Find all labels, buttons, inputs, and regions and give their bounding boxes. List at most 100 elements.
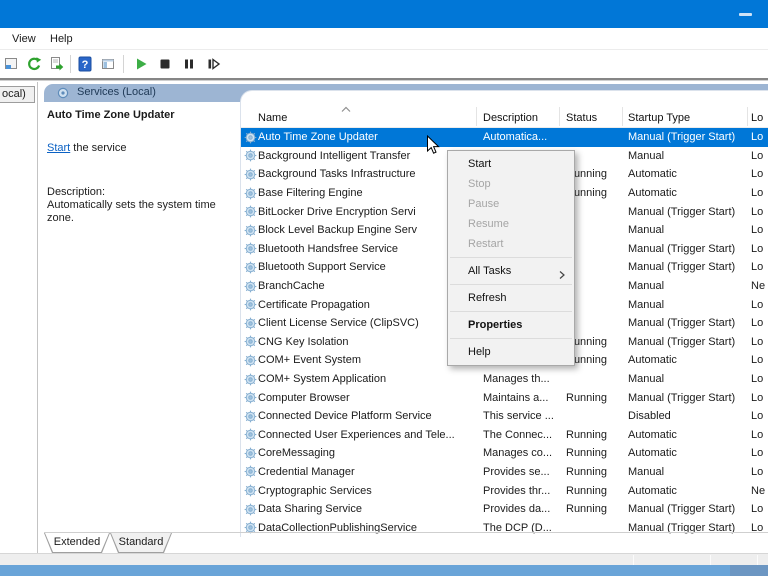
service-startup-type: Manual [622,150,747,162]
service-startup-type: Automatic [622,447,747,459]
help-icon[interactable]: ? [77,56,93,72]
service-gear-icon [241,373,258,386]
service-name: COM+ System Application [258,373,476,385]
table-row[interactable]: Cryptographic Services Provides thr... R… [241,481,768,500]
service-startup-type: Automatic [622,187,747,199]
taskbar-strip-left [0,565,730,576]
service-log-on-as: Lo [747,317,768,329]
service-startup-type: Manual [622,299,747,311]
service-name: Data Sharing Service [258,503,476,515]
service-name: Bluetooth Handsfree Service [258,243,476,255]
column-divider[interactable] [559,107,560,126]
service-gear-icon [241,149,258,162]
service-startup-type: Manual [622,280,747,292]
table-row[interactable]: Connected Device Platform Service This s… [241,407,768,426]
refresh-icon[interactable] [26,56,42,72]
start-service-link[interactable]: Start [47,142,70,154]
taskbar-strip-right [730,565,768,576]
context-menu-item-start[interactable]: Start [448,154,574,174]
tree-item-services-local[interactable]: ocal) [0,86,35,103]
menu-help[interactable]: Help [46,32,77,47]
service-startup-type: Manual (Trigger Start) [622,131,747,143]
tab-extended[interactable]: Extended [44,533,110,553]
column-header-log-on-as[interactable]: Lo [751,112,763,124]
service-description: The Connec... [476,429,559,441]
minimize-icon[interactable] [739,13,752,16]
console-tree-pane: ocal) [0,82,38,553]
start-service-icon[interactable] [133,56,149,72]
service-log-on-as: Lo [747,429,768,441]
service-name: Connected Device Platform Service [258,410,476,422]
pause-service-icon[interactable] [181,56,197,72]
tab-standard-label: Standard [110,536,172,548]
service-startup-type: Manual (Trigger Start) [622,392,747,404]
toolbar-divider [0,78,768,81]
service-name: Background Tasks Infrastructure [258,168,476,180]
service-name: Connected User Experiences and Tele... [258,429,476,441]
table-row[interactable]: Connected User Experiences and Tele... T… [241,426,768,445]
service-log-on-as: Lo [747,150,768,162]
column-header-name[interactable]: Name [258,112,287,124]
service-gear-icon [241,465,258,478]
service-log-on-as: Lo [747,373,768,385]
service-gear-icon [241,354,258,367]
service-description: Provides se... [476,466,559,478]
service-startup-type: Manual [622,224,747,236]
column-header-description[interactable]: Description [483,112,538,124]
svg-text:?: ? [82,59,89,71]
service-description: Manages co... [476,447,559,459]
service-status: Running [559,429,622,441]
sort-ascending-icon[interactable] [341,104,351,116]
service-name: CNG Key Isolation [258,336,476,348]
column-divider[interactable] [747,107,748,126]
table-row[interactable]: COM+ System Application Manages th... Ma… [241,370,768,389]
service-log-on-as: Lo [747,392,768,404]
table-row[interactable]: Data Sharing Service Provides da... Runn… [241,500,768,519]
column-divider[interactable] [476,107,477,126]
service-startup-type: Manual (Trigger Start) [622,243,747,255]
service-name: Block Level Backup Engine Serv [258,224,476,236]
table-row[interactable]: Credential Manager Provides se... Runnin… [241,463,768,482]
stop-service-icon[interactable] [157,56,173,72]
context-menu-item-pause[interactable]: Pause [448,194,574,214]
tab-standard[interactable]: Standard [110,533,172,553]
column-header-status[interactable]: Status [566,112,597,124]
service-startup-type: Automatic [622,485,747,497]
show-hide-console-tree-icon[interactable] [100,56,116,72]
service-startup-type: Manual (Trigger Start) [622,503,747,515]
context-menu-item-restart[interactable]: Restart [448,234,574,254]
service-gear-icon [241,205,258,218]
status-bar-divider [710,555,711,565]
service-gear-icon [241,428,258,441]
service-startup-type: Manual (Trigger Start) [622,317,747,329]
status-bar-divider [633,555,634,565]
table-row[interactable]: CoreMessaging Manages co... Running Auto… [241,444,768,463]
context-menu-item-all-tasks[interactable]: All Tasks [448,261,574,281]
table-row[interactable]: Auto Time Zone Updater Automatica... Man… [241,128,768,147]
table-row[interactable]: DataCollectionPublishingService The DCP … [241,518,768,537]
context-menu-separator [450,338,572,339]
window-icon[interactable] [3,56,19,72]
title-bar [0,0,768,28]
context-menu-item-stop[interactable]: Stop [448,174,574,194]
service-name: Cryptographic Services [258,485,476,497]
context-menu-item-refresh[interactable]: Refresh [448,288,574,308]
selected-service-title: Auto Time Zone Updater [47,109,175,121]
service-log-on-as: Ne [747,485,768,497]
context-menu-item-properties[interactable]: Properties [448,315,574,335]
context-menu: StartStopPauseResumeRestart All Tasks Refr… [447,150,575,366]
column-header-startup-type[interactable]: Startup Type [628,112,690,124]
menu-view[interactable]: View [8,32,40,47]
service-log-on-as: Lo [747,131,768,143]
restart-service-icon[interactable] [205,56,221,72]
table-row[interactable]: Computer Browser Maintains a... Running … [241,388,768,407]
column-divider[interactable] [622,107,623,126]
service-name: Client License Service (ClipSVC) [258,317,476,329]
description-label: Description: [47,186,105,198]
context-menu-item-resume[interactable]: Resume [448,214,574,234]
export-list-icon[interactable] [48,56,64,72]
context-menu-item-help[interactable]: Help [448,342,574,362]
service-gear-icon [241,335,258,348]
service-name: Auto Time Zone Updater [258,131,476,143]
toolbar-separator [70,55,71,73]
